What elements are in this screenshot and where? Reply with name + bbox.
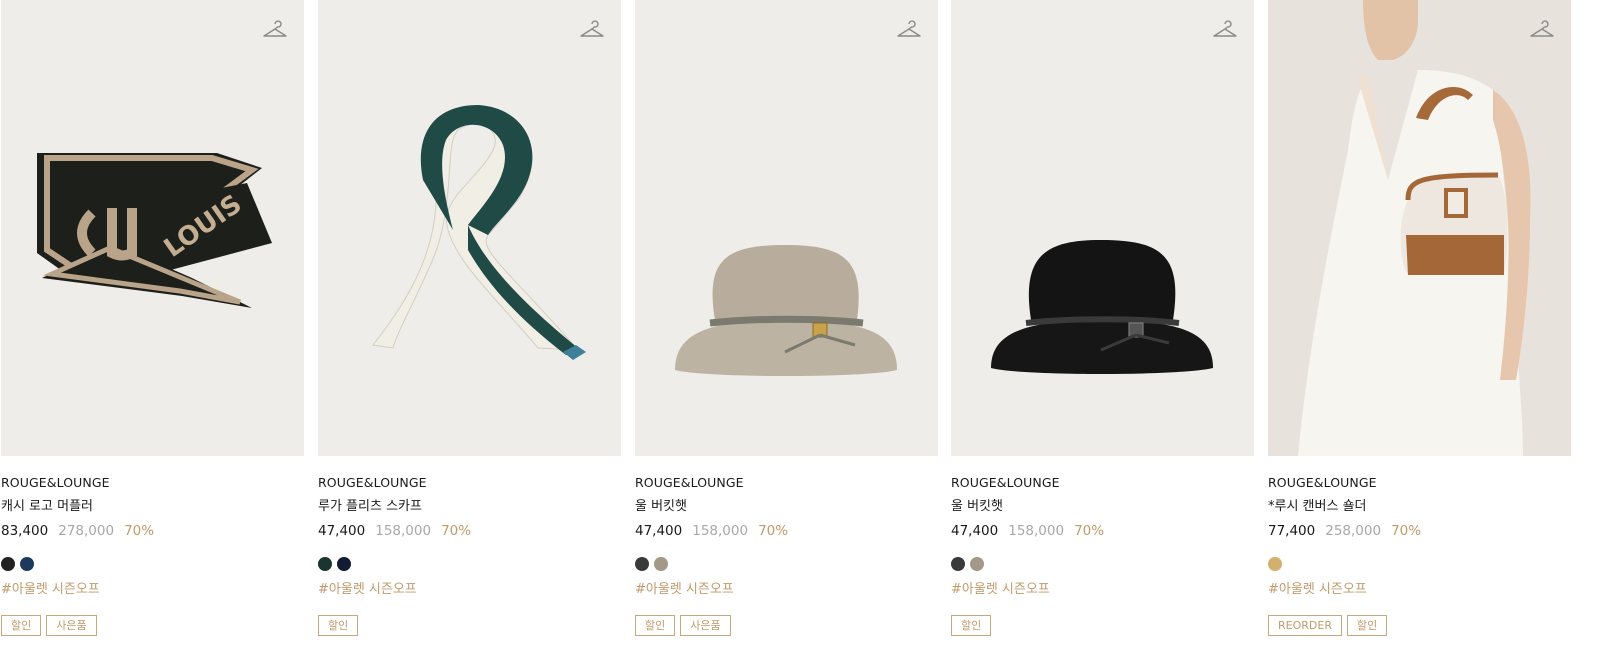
product-prices: 77,400 258,000 70%: [1268, 522, 1571, 540]
product-prices: 47,400 158,000 70%: [635, 522, 938, 540]
black-hat-icon: [991, 240, 1213, 374]
tag-badge: 할인: [1346, 615, 1388, 636]
tag-badge: 할인: [318, 615, 359, 636]
original-price: 158,000: [375, 523, 432, 539]
original-price: 158,000: [692, 523, 749, 539]
product-brand[interactable]: ROUGE&LOUNGE: [1, 474, 304, 492]
hashtag-link[interactable]: #아울렛 시즌오프: [1, 581, 304, 599]
product-brand[interactable]: ROUGE&LOUNGE: [318, 474, 621, 492]
product-name[interactable]: 울 버킷햇: [635, 498, 938, 516]
color-swatches: [635, 557, 938, 573]
color-swatches: [318, 557, 621, 573]
product-image[interactable]: [635, 0, 938, 456]
tag-badge: REORDER: [1268, 615, 1342, 636]
hanger-icon[interactable]: [1529, 18, 1555, 40]
hashtag-link[interactable]: #아울렛 시즌오프: [951, 581, 1254, 599]
product-image[interactable]: [1268, 0, 1571, 456]
product-card[interactable]: LOUIS ROUGE&LOUNGE 캐시 로고 머플러 83,400 278,0…: [1, 0, 304, 636]
product-tags: 할인 사은품: [635, 615, 938, 636]
product-image[interactable]: [318, 0, 621, 456]
sale-price: 77,400: [1268, 523, 1316, 539]
product-image[interactable]: [951, 0, 1254, 456]
product-tags: 할인: [318, 615, 621, 636]
hanger-icon[interactable]: [1212, 18, 1238, 40]
tag-badge: 할인: [1, 615, 42, 636]
original-price: 278,000: [58, 523, 115, 539]
color-swatch-black[interactable]: [635, 557, 649, 571]
hashtag-link[interactable]: #아울렛 시즌오프: [318, 581, 621, 599]
product-name[interactable]: 울 버킷햇: [951, 498, 1254, 516]
tag-badge: 사은품: [46, 615, 97, 636]
original-price: 158,000: [1008, 523, 1065, 539]
product-tags: 할인 사은품: [1, 615, 304, 636]
beige-hat-icon: [675, 245, 897, 376]
color-swatches: [1268, 557, 1571, 573]
color-swatch-black[interactable]: [951, 557, 965, 571]
hanger-icon[interactable]: [579, 18, 605, 40]
discount-rate: 70%: [1391, 523, 1422, 539]
model-bag-icon: [1268, 0, 1571, 456]
hashtag-link[interactable]: #아울렛 시즌오프: [635, 581, 938, 599]
sale-price: 47,400: [318, 523, 366, 539]
color-swatch-navy[interactable]: [20, 557, 34, 571]
product-card[interactable]: ROUGE&LOUNGE 루가 플리츠 스카프 47,400 158,000 70%…: [318, 0, 621, 636]
color-swatch-dark-green[interactable]: [318, 557, 332, 571]
color-swatch-black[interactable]: [1, 557, 15, 571]
product-card[interactable]: ROUGE&LOUNGE *루시 캔버스 숄더 77,400 258,000 70%…: [1268, 0, 1571, 636]
color-swatch-beige[interactable]: [654, 557, 668, 571]
original-price: 258,000: [1325, 523, 1382, 539]
color-swatch-beige[interactable]: [970, 557, 984, 571]
discount-rate: 70%: [124, 523, 155, 539]
product-tags: REORDER 할인: [1268, 615, 1571, 636]
product-image[interactable]: LOUIS: [1, 0, 304, 456]
product-prices: 47,400 158,000 70%: [951, 522, 1254, 540]
discount-rate: 70%: [758, 523, 789, 539]
color-swatch-tan[interactable]: [1268, 557, 1282, 571]
color-swatches: [1, 557, 304, 573]
product-card[interactable]: ROUGE&LOUNGE 울 버킷햇 47,400 158,000 70% #아울렛…: [951, 0, 1254, 636]
hashtag-link[interactable]: #아울렛 시즌오프: [1268, 581, 1571, 599]
product-tags: 할인: [951, 615, 1254, 636]
color-swatches: [951, 557, 1254, 573]
product-name[interactable]: 캐시 로고 머플러: [1, 498, 304, 516]
color-swatch-navy[interactable]: [337, 557, 351, 571]
product-name[interactable]: *루시 캔버스 숄더: [1268, 498, 1571, 516]
product-brand[interactable]: ROUGE&LOUNGE: [951, 474, 1254, 492]
product-grid: LOUIS ROUGE&LOUNGE 캐시 로고 머플러 83,400 278,0…: [0, 0, 1603, 649]
muffler-icon: LOUIS: [37, 153, 272, 308]
sale-price: 47,400: [635, 523, 683, 539]
product-name[interactable]: 루가 플리츠 스카프: [318, 498, 621, 516]
sale-price: 83,400: [1, 523, 49, 539]
tag-badge: 사은품: [680, 615, 731, 636]
hanger-icon[interactable]: [262, 18, 288, 40]
tag-badge: 할인: [635, 615, 676, 636]
hanger-icon[interactable]: [896, 18, 922, 40]
tag-badge: 할인: [951, 615, 992, 636]
scarf-icon: [372, 105, 586, 360]
discount-rate: 70%: [441, 523, 472, 539]
product-brand[interactable]: ROUGE&LOUNGE: [1268, 474, 1571, 492]
product-card[interactable]: ROUGE&LOUNGE 울 버킷햇 47,400 158,000 70% #아울렛…: [635, 0, 938, 636]
product-prices: 47,400 158,000 70%: [318, 522, 621, 540]
product-prices: 83,400 278,000 70%: [1, 522, 304, 540]
product-brand[interactable]: ROUGE&LOUNGE: [635, 474, 938, 492]
discount-rate: 70%: [1074, 523, 1105, 539]
sale-price: 47,400: [951, 523, 999, 539]
